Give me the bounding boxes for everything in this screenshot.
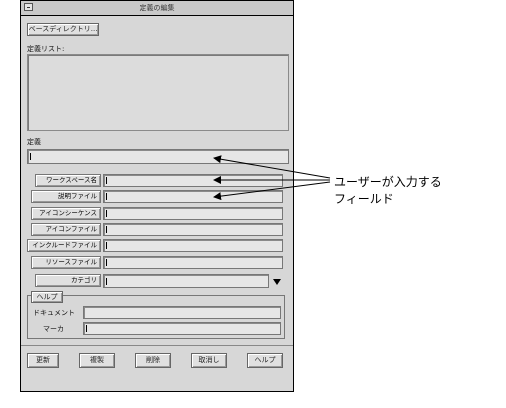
callout-arrows: [213, 155, 331, 201]
callout-line-2: フィールド: [334, 192, 394, 206]
callout-line-1: ユーザーが入力する: [334, 175, 442, 189]
